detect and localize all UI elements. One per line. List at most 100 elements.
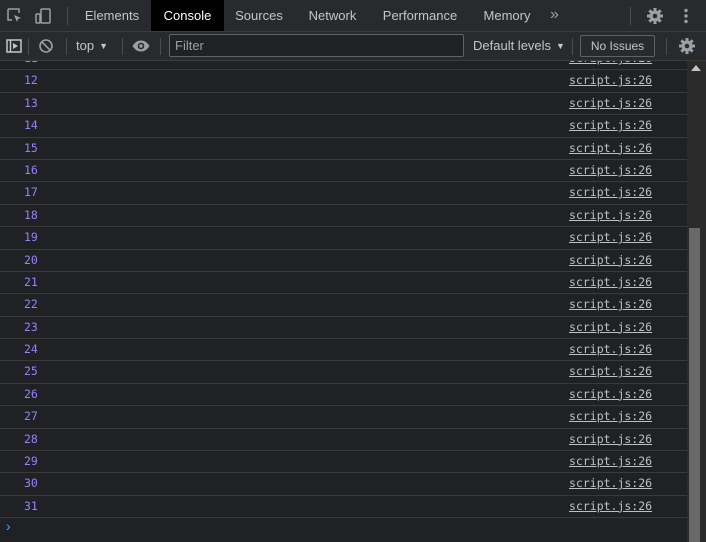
source-link[interactable]: script.js:26	[569, 294, 652, 315]
source-link[interactable]: script.js:26	[569, 160, 652, 181]
console-messages: 11 script.js:26 12 script.js:26 13 script.js:…	[0, 61, 687, 542]
devtools-window: Elements Console Sources Network Performance…	[0, 0, 706, 542]
console-message-value: 24	[24, 342, 38, 357]
source-link[interactable]: script.js:26	[569, 182, 652, 203]
caret-down-icon: ▼	[556, 41, 565, 51]
more-tabs-button[interactable]: »	[550, 0, 559, 31]
console-message-row: 21 script.js:26	[0, 272, 687, 295]
kebab-menu-icon[interactable]	[676, 6, 696, 26]
console-message-value: 12	[24, 73, 38, 88]
console-message-value: 14	[24, 118, 38, 133]
tab-console[interactable]: Console	[151, 0, 224, 31]
console-message-value: 22	[24, 297, 38, 312]
source-link[interactable]: script.js:26	[569, 317, 652, 338]
console-message-row: 28 script.js:26	[0, 429, 687, 452]
devtools-tab-bar: Elements Console Sources Network Performance…	[0, 0, 706, 32]
console-message-row: 31 script.js:26	[0, 496, 687, 519]
console-message-row: 17 script.js:26	[0, 182, 687, 205]
scroll-up-arrow-icon[interactable]	[691, 65, 701, 71]
sidebar-toggle-icon[interactable]	[4, 36, 24, 56]
source-link[interactable]: script.js:26	[569, 384, 652, 405]
console-message-row: 16 script.js:26	[0, 160, 687, 183]
toolbar-divider	[28, 38, 29, 55]
console-scrollbar[interactable]	[687, 61, 706, 542]
console-toolbar: top ▼ Filter Default levels ▼ No Issues	[0, 32, 706, 61]
toolbar-divider	[160, 38, 161, 55]
device-toggle-icon[interactable]	[33, 6, 53, 26]
tab-elements[interactable]: Elements	[74, 0, 150, 31]
source-link[interactable]: script.js:26	[569, 451, 652, 472]
console-message-value: 27	[24, 409, 38, 424]
source-link[interactable]: script.js:26	[569, 272, 652, 293]
console-message-value: 20	[24, 252, 38, 267]
source-link[interactable]: script.js:26	[569, 250, 652, 271]
console-message-row: 19 script.js:26	[0, 227, 687, 250]
context-selector-label: top	[76, 38, 95, 53]
console-message-row: 13 script.js:26	[0, 93, 687, 116]
console-message-row: 22 script.js:26	[0, 294, 687, 317]
tab-performance[interactable]: Performance	[371, 0, 469, 31]
console-message-value: 31	[24, 498, 38, 513]
source-link[interactable]: script.js:26	[569, 61, 652, 69]
clear-console-icon[interactable]	[36, 36, 56, 56]
console-message-row: 26 script.js:26	[0, 384, 687, 407]
console-message-row: 15 script.js:26	[0, 138, 687, 160]
console-message-row: 14 script.js:26	[0, 115, 687, 138]
source-link[interactable]: script.js:26	[569, 473, 652, 494]
console-prompt[interactable]: ›	[6, 516, 20, 536]
console-message-row: 20 script.js:26	[0, 250, 687, 272]
toolbar-divider	[66, 38, 67, 55]
console-message-value: 19	[24, 230, 38, 245]
source-link[interactable]: script.js:26	[569, 361, 652, 382]
console-message-value: 13	[24, 95, 38, 110]
eye-icon[interactable]	[131, 36, 151, 56]
scrollbar-thumb[interactable]	[689, 228, 700, 542]
toolbar-divider	[666, 38, 667, 55]
filter-input[interactable]: Filter	[169, 34, 464, 57]
console-message-row: 25 script.js:26	[0, 361, 687, 384]
console-message-value: 23	[24, 319, 38, 334]
source-link[interactable]: script.js:26	[569, 70, 652, 91]
console-message-value: 11	[24, 61, 38, 69]
inspect-element-icon[interactable]	[5, 6, 25, 26]
source-link[interactable]: script.js:26	[569, 496, 652, 517]
source-link[interactable]: script.js:26	[569, 93, 652, 114]
context-selector[interactable]: top ▼	[76, 32, 108, 60]
source-link[interactable]: script.js:26	[569, 339, 652, 360]
issues-button[interactable]: No Issues	[580, 35, 655, 57]
tab-bar-divider	[630, 7, 631, 25]
console-message-value: 18	[24, 207, 38, 222]
toolbar-divider	[122, 38, 123, 55]
console-message-row: 12 script.js:26	[0, 70, 687, 93]
console-message-value: 26	[24, 386, 38, 401]
console-message-value: 15	[24, 140, 38, 155]
console-message-row: 29 script.js:26	[0, 451, 687, 474]
log-levels-dropdown[interactable]: Default levels ▼	[473, 32, 565, 60]
console-message-value: 29	[24, 454, 38, 469]
log-levels-label: Default levels	[473, 38, 552, 53]
settings-gear-icon[interactable]	[645, 6, 665, 26]
console-message-row: 18 script.js:26	[0, 205, 687, 228]
source-link[interactable]: script.js:26	[569, 138, 652, 159]
toolbar-divider	[572, 38, 573, 55]
console-message-row: 24 script.js:26	[0, 339, 687, 362]
tab-memory[interactable]: Memory	[469, 0, 545, 31]
source-link[interactable]: script.js:26	[569, 227, 652, 248]
console-message-list: 11 script.js:26 12 script.js:26 13 script.js:…	[0, 61, 687, 519]
console-message-value: 21	[24, 274, 38, 289]
tab-network[interactable]: Network	[294, 0, 371, 31]
console-message-value: 16	[24, 162, 38, 177]
source-link[interactable]: script.js:26	[569, 115, 652, 136]
source-link[interactable]: script.js:26	[569, 205, 652, 226]
source-link[interactable]: script.js:26	[569, 406, 652, 427]
console-settings-gear-icon[interactable]	[677, 36, 697, 56]
console-message-row: 23 script.js:26	[0, 317, 687, 340]
tab-sources[interactable]: Sources	[224, 0, 294, 31]
console-message-row: 11 script.js:26	[0, 61, 687, 71]
console-message-value: 25	[24, 364, 38, 379]
source-link[interactable]: script.js:26	[569, 429, 652, 450]
console-message-value: 28	[24, 431, 38, 446]
console-message-row: 27 script.js:26	[0, 406, 687, 429]
tab-bar-divider	[67, 7, 68, 25]
console-message-row: 30 script.js:26	[0, 473, 687, 496]
